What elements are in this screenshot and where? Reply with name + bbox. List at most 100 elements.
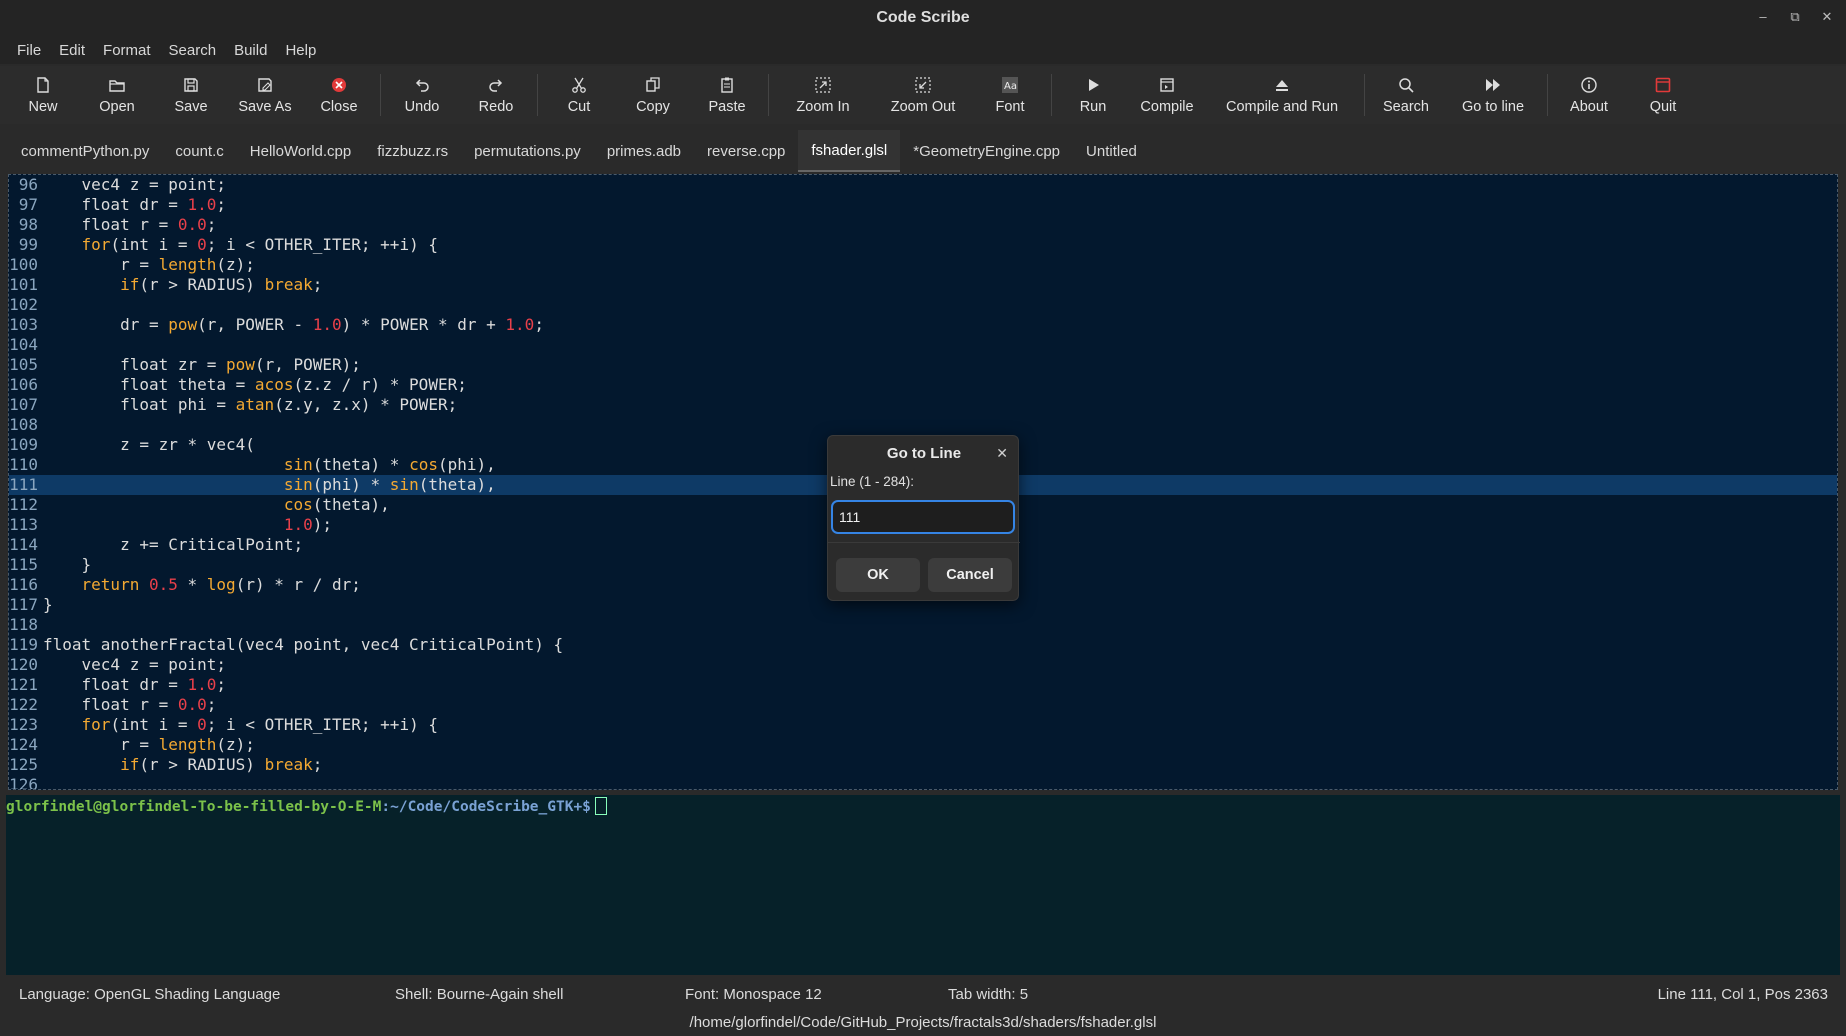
tab-fizzbuzz[interactable]: fizzbuzz.rs [364,130,461,172]
zoom-in-button[interactable]: Zoom In [773,66,873,124]
line-number: 100 [9,255,38,274]
code-line[interactable]: 96 vec4 z = point; [9,175,1837,195]
toolbar-separator [380,74,381,116]
undo-button[interactable]: Undo [385,66,459,124]
code-line[interactable]: 125 if(r > RADIUS) break; [9,755,1837,775]
tab-helloworld[interactable]: HelloWorld.cpp [237,130,364,172]
line-number-input[interactable] [831,500,1015,534]
line-number: 102 [9,295,38,314]
code-line[interactable]: 104 [9,335,1837,355]
line-number: 118 [9,615,38,634]
code-line[interactable]: 97 float dr = 1.0; [9,195,1837,215]
status-language: Language: OpenGL Shading Language [19,986,281,1003]
redo-button[interactable]: Redo [459,66,533,124]
code-text: float zr = pow(r, POWER); [43,355,361,374]
code-line[interactable]: 107 float phi = atan(z.y, z.x) * POWER; [9,395,1837,415]
terminal-panel[interactable]: glorfindel@glorfindel-To-be-filled-by-O-… [6,795,1840,975]
paste-button[interactable]: Paste [690,66,764,124]
go-to-line-button[interactable]: Go to line [1443,66,1543,124]
line-number: 120 [9,655,38,674]
code-line[interactable]: 105 float zr = pow(r, POWER); [9,355,1837,375]
status-shell: Shell: Bourne-Again shell [395,986,564,1003]
code-line[interactable]: 124 r = length(z); [9,735,1837,755]
ok-button[interactable]: OK [836,558,920,592]
code-line[interactable]: 122 float r = 0.0; [9,695,1837,715]
search-button[interactable]: Search [1369,66,1443,124]
title-bar: Code Scribe – ⧉ ✕ [0,0,1846,36]
code-line[interactable]: 103 dr = pow(r, POWER - 1.0) * POWER * d… [9,315,1837,335]
tab-primes[interactable]: primes.adb [594,130,694,172]
toolbar: New Open Save Save As Close Undo Redo Cu… [0,66,1846,124]
code-text: sin(theta) * cos(phi), [283,455,496,474]
menu-help[interactable]: Help [276,42,325,59]
save-as-icon [256,75,274,95]
code-line[interactable]: 120 vec4 z = point; [9,655,1837,675]
compile-icon [1158,75,1176,95]
copy-button[interactable]: Copy [616,66,690,124]
save-as-button[interactable]: Save As [228,66,302,124]
line-number: 104 [9,335,38,354]
line-number: 110 [9,455,38,474]
code-text: return 0.5 * log(r) * r / dr; [81,575,361,594]
about-button[interactable]: About [1552,66,1626,124]
code-text: r = length(z); [43,255,255,274]
code-line[interactable]: 119 float anotherFractal(vec4 point, vec4… [9,635,1837,655]
tab-fshader[interactable]: fshader.glsl [798,130,901,172]
zoom-out-button[interactable]: Zoom Out [873,66,973,124]
open-button[interactable]: Open [80,66,154,124]
save-button[interactable]: Save [154,66,228,124]
cancel-button[interactable]: Cancel [928,558,1012,592]
minimize-icon[interactable]: – [1756,8,1770,26]
code-line[interactable]: 123 for(int i = 0; i < OTHER_ITER; ++i) … [9,715,1837,735]
terminal-cursor [594,797,607,815]
tab-commentpython[interactable]: commentPython.py [8,130,162,172]
cut-button[interactable]: Cut [542,66,616,124]
compile-button[interactable]: Compile [1130,66,1204,124]
menu-edit[interactable]: Edit [50,42,94,59]
line-number: 121 [9,675,38,694]
window-close-icon[interactable]: ✕ [1820,8,1834,26]
compile-and-run-button[interactable]: Compile and Run [1204,66,1360,124]
tab-geometryengine[interactable]: *GeometryEngine.cpp [900,130,1073,172]
toolbar-separator [1051,74,1052,116]
code-line[interactable]: 98 float r = 0.0; [9,215,1837,235]
code-line[interactable]: 108 [9,415,1837,435]
new-button[interactable]: New [6,66,80,124]
menu-build[interactable]: Build [225,42,276,59]
code-text: vec4 z = point; [43,175,227,194]
status-cursor-position: Line 111, Col 1, Pos 2363 [1657,986,1828,1003]
code-line[interactable]: 118 [9,615,1837,635]
dialog-close-icon[interactable]: ✕ [996,445,1008,462]
tab-untitled[interactable]: Untitled [1073,130,1150,172]
code-text: float theta = acos(z.z / r) * POWER; [43,375,467,394]
code-line[interactable]: 99 for(int i = 0; i < OTHER_ITER; ++i) { [9,235,1837,255]
menu-file[interactable]: File [8,42,50,59]
tab-reverse[interactable]: reverse.cpp [694,130,798,172]
font-button[interactable]: Aa Font [973,66,1047,124]
status-file-path: /home/glorfindel/Code/GitHub_Projects/fr… [689,1014,1157,1031]
code-line[interactable]: 102 [9,295,1837,315]
clipboard-icon [718,75,736,95]
code-line[interactable]: 106 float theta = acos(z.z / r) * POWER; [9,375,1837,395]
code-text: float r = 0.0; [43,215,217,234]
menu-search[interactable]: Search [160,42,226,59]
quit-button[interactable]: Quit [1626,66,1700,124]
tab-count-c[interactable]: count.c [162,130,236,172]
code-line[interactable]: 121 float dr = 1.0; [9,675,1837,695]
line-number: 124 [9,735,38,754]
run-button[interactable]: Run [1056,66,1130,124]
code-line[interactable]: 126 [9,775,1837,789]
code-line[interactable]: 100 r = length(z); [9,255,1837,275]
code-text: cos(theta), [283,495,390,514]
code-text: float anotherFractal(vec4 point, vec4 Cr… [43,635,564,654]
search-icon [1397,75,1415,95]
line-number: 112 [9,495,38,514]
code-line[interactable]: 101 if(r > RADIUS) break; [9,275,1837,295]
menu-format[interactable]: Format [94,42,160,59]
toolbar-separator [537,74,538,116]
line-number: 113 [9,515,38,534]
tab-permutations[interactable]: permutations.py [461,130,594,172]
line-number: 111 [9,475,38,494]
maximize-icon[interactable]: ⧉ [1788,8,1802,26]
close-button[interactable]: Close [302,66,376,124]
